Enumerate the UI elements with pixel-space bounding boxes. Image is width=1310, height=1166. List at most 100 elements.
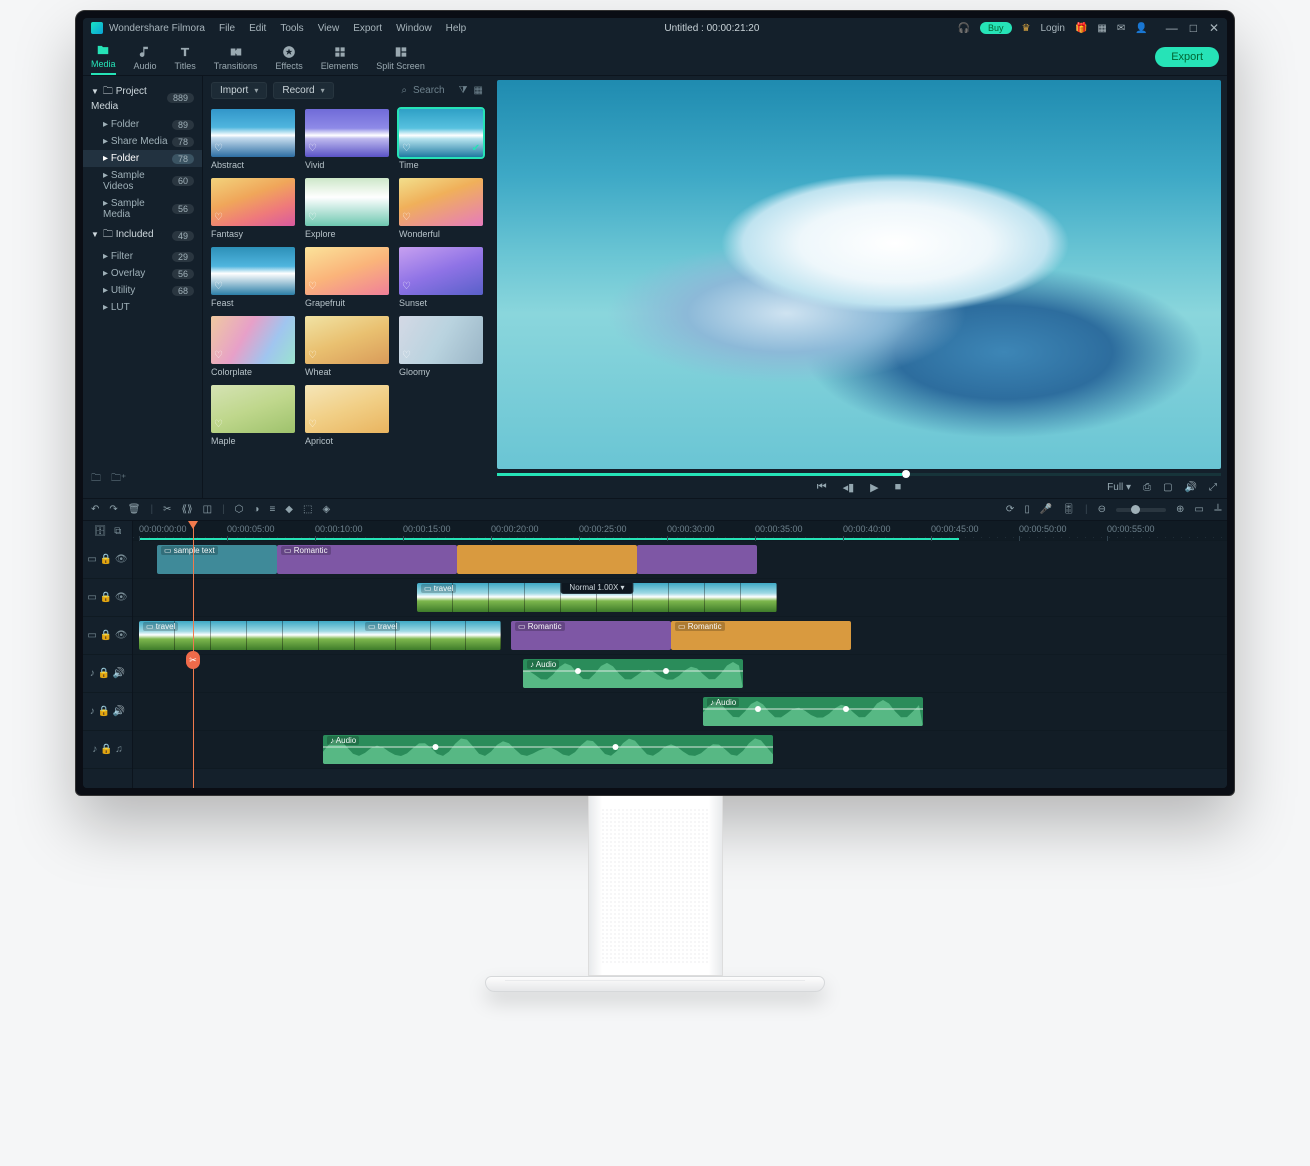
thumb-colorplate[interactable]: ♡Colorplate <box>211 316 295 377</box>
thumb-wheat[interactable]: ♡Wheat <box>305 316 389 377</box>
favorite-icon[interactable]: ♡ <box>402 281 411 292</box>
buy-button[interactable]: Buy <box>980 22 1012 34</box>
tab-effects[interactable]: Effects <box>275 45 302 75</box>
video-track-3[interactable]: ✂ ▭ travel▭ travel▭ Romantic▭ Romantic <box>133 617 1227 655</box>
adjust-icon[interactable]: ≡ <box>269 504 275 515</box>
tracks-options-icon[interactable]: ⧉ <box>114 526 121 537</box>
filter-icon[interactable]: ⧩ <box>459 85 468 96</box>
favorite-icon[interactable]: ♡ <box>308 143 317 154</box>
window-close[interactable]: ✕ <box>1209 21 1219 35</box>
side-folder-1[interactable]: ▸ Folder89 <box>83 116 202 133</box>
audio-clip[interactable]: ♪ Audio <box>523 659 743 688</box>
speed-icon[interactable]: ⬡ <box>235 504 244 515</box>
sideh-included[interactable]: ▼🗀 Included 49 <box>83 223 202 248</box>
marker2-icon[interactable]: ▯ <box>1024 504 1030 515</box>
favorite-icon[interactable]: ♡ <box>402 212 411 223</box>
favorite-icon[interactable]: ♡ <box>214 419 223 430</box>
new-folder-icon[interactable]: 🗀 <box>91 471 101 488</box>
new-bin-icon[interactable]: 🗀⁺ <box>111 471 126 488</box>
clip[interactable] <box>637 545 757 574</box>
mail-icon[interactable]: ✉ <box>1117 23 1125 34</box>
voiceover-icon[interactable]: 🎤 <box>1040 504 1052 515</box>
thumb-abstract[interactable]: ♡Abstract <box>211 109 295 170</box>
video-clip[interactable]: ▭ travel <box>361 621 501 650</box>
sideh-project-media[interactable]: ▼🗀 Project Media 889 <box>83 80 202 116</box>
clip[interactable] <box>457 545 637 574</box>
audio-clip[interactable]: ♪ Audio <box>323 735 773 764</box>
side-filter[interactable]: ▸ Filter29 <box>83 248 202 265</box>
thumb-apricot[interactable]: ♡Apricot <box>305 385 389 446</box>
tab-audio[interactable]: Audio <box>134 45 157 75</box>
thumb-fantasy[interactable]: ♡Fantasy <box>211 178 295 239</box>
thumb-time[interactable]: ♡✔Time <box>399 109 483 170</box>
track-head-1[interactable]: ▭ 🔒 👁 <box>83 541 132 579</box>
mixer-icon[interactable]: 🎚 <box>1062 504 1075 515</box>
thumb-maple[interactable]: ♡Maple <box>211 385 295 446</box>
thumb-grapefruit[interactable]: ♡Grapefruit <box>305 247 389 308</box>
side-overlay[interactable]: ▸ Overlay56 <box>83 265 202 282</box>
track-head-2[interactable]: ▭ 🔒 👁 <box>83 579 132 617</box>
login-link[interactable]: Login <box>1040 23 1064 34</box>
track-head-a3[interactable]: ♪ 🔒 ♫ <box>83 731 132 769</box>
play-button[interactable]: ▶ <box>870 481 878 494</box>
tab-media[interactable]: Media <box>91 43 116 75</box>
gift-icon[interactable]: 🎁 <box>1075 23 1087 34</box>
clip[interactable]: ▭ sample text <box>157 545 277 574</box>
search-placeholder[interactable]: Search <box>413 85 445 96</box>
side-lut[interactable]: ▸ LUT <box>83 299 202 316</box>
undo-icon[interactable]: ↶ <box>91 504 99 515</box>
favorite-icon[interactable]: ♡ <box>308 350 317 361</box>
timeline-settings-icon[interactable]: 𝍦 <box>1214 501 1219 518</box>
tab-transitions[interactable]: Transitions <box>214 45 258 75</box>
greenscreen-icon[interactable]: ⬚ <box>303 504 312 515</box>
window-minimize[interactable]: — <box>1166 21 1178 35</box>
menu-help[interactable]: Help <box>446 23 467 34</box>
snapshot-icon[interactable]: ⎙ <box>1143 482 1151 493</box>
crown-icon[interactable]: ♛ <box>1022 23 1031 34</box>
side-utility[interactable]: ▸ Utility68 <box>83 282 202 299</box>
motion-icon[interactable]: ◈ <box>322 504 330 515</box>
stop-button[interactable]: ■ <box>895 481 902 494</box>
thumb-sunset[interactable]: ♡Sunset <box>399 247 483 308</box>
prev-frame-button[interactable]: ⏮ <box>817 481 827 494</box>
tracks-area[interactable]: 00:00:00:0000:00:05:0000:00:10:0000:00:1… <box>133 521 1227 788</box>
side-sample-videos[interactable]: ▸ Sample Videos60 <box>83 167 202 195</box>
volume-icon[interactable]: 🔊 <box>1185 482 1197 493</box>
thumb-wonderful[interactable]: ♡Wonderful <box>399 178 483 239</box>
redo-icon[interactable]: ↷ <box>109 504 117 515</box>
audio-clip[interactable]: ♪ Audio <box>703 697 923 726</box>
menu-window[interactable]: Window <box>396 23 432 34</box>
favorite-icon[interactable]: ♡ <box>214 350 223 361</box>
trim-icon[interactable]: ⟪⟫ <box>181 504 192 515</box>
favorite-icon[interactable]: ♡ <box>402 143 411 154</box>
menu-view[interactable]: View <box>318 23 340 34</box>
thumb-feast[interactable]: ♡Feast <box>211 247 295 308</box>
tab-elements[interactable]: Elements <box>321 45 359 75</box>
grid-view-icon[interactable]: ▦ <box>474 85 483 96</box>
search-icon[interactable]: ⌕ <box>401 85 407 96</box>
thumb-vivid[interactable]: ♡Vivid <box>305 109 389 170</box>
track-head-3[interactable]: ▭ 🔒 👁 <box>83 617 132 655</box>
video-track-2[interactable]: ▭ travelNormal 1.00X ▾ <box>133 579 1227 617</box>
clip[interactable]: ▭ Romantic <box>277 545 457 574</box>
zoom-slider[interactable] <box>1116 508 1166 512</box>
track-head-a1[interactable]: ♪ 🔒 🔊 <box>83 655 132 693</box>
audio-track-1[interactable]: ♪ Audio <box>133 655 1227 693</box>
favorite-icon[interactable]: ♡ <box>402 350 411 361</box>
favorite-icon[interactable]: ♡ <box>308 419 317 430</box>
step-back-button[interactable]: ◂▮ <box>843 481 855 494</box>
quality-dropdown[interactable]: Full ▾ <box>1107 482 1131 493</box>
menu-edit[interactable]: Edit <box>249 23 266 34</box>
render-icon[interactable]: ⟳ <box>1006 504 1014 515</box>
time-ruler[interactable]: 00:00:00:0000:00:05:0000:00:10:0000:00:1… <box>133 521 1227 541</box>
favorite-icon[interactable]: ♡ <box>214 212 223 223</box>
delete-icon[interactable]: 🗑 <box>128 504 141 515</box>
favorite-icon[interactable]: ♡ <box>214 143 223 154</box>
thumb-gloomy[interactable]: ♡Gloomy <box>399 316 483 377</box>
color-icon[interactable]: ◑ <box>253 504 259 515</box>
export-button[interactable]: Export <box>1155 47 1219 67</box>
side-sample-media[interactable]: ▸ Sample Media56 <box>83 195 202 223</box>
side-folder-2[interactable]: ▸ Folder78 <box>83 150 202 167</box>
headset-icon[interactable]: 🎧 <box>958 23 970 34</box>
fullscreen-icon[interactable]: ⤢ <box>1209 482 1217 493</box>
